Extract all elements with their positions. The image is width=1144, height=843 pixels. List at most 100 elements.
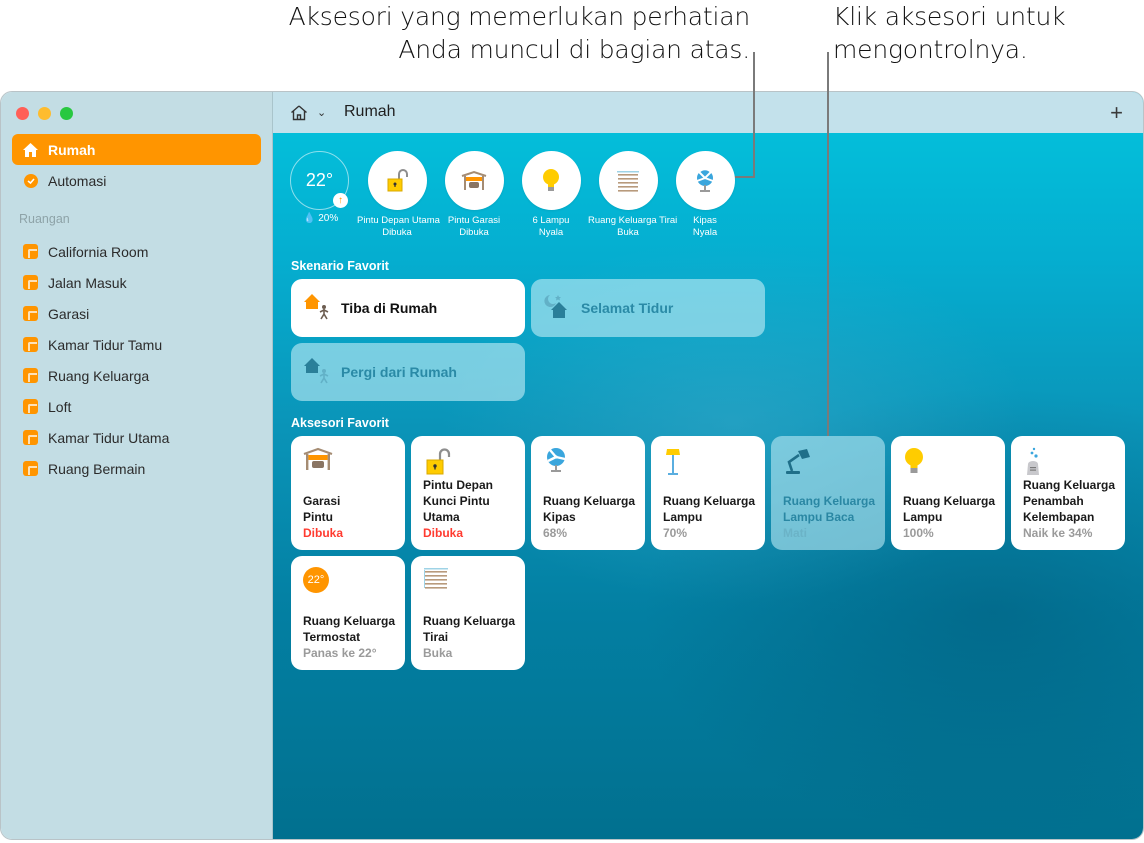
heating-arrow-icon: ↑ [333, 193, 348, 208]
status-front-door[interactable]: Pintu Depan Utama Dibuka [357, 151, 440, 239]
thermostat-badge: 22° [303, 567, 329, 593]
accessory-tile[interactable]: Ruang Keluarga Lampu Baca Mati [771, 436, 885, 550]
status-label: Pintu Depan Utama Dibuka [357, 215, 440, 238]
add-button[interactable]: + [1110, 100, 1123, 126]
callout-attention: Aksesori yang memerlukan perhatian Anda … [260, 0, 751, 66]
accessory-name-line: Garasi [303, 494, 341, 508]
accessory-name-line: Ruang Keluarga [903, 494, 996, 508]
rooms-section-label: Ruangan [19, 212, 70, 226]
accessory-status: 70% [663, 526, 688, 540]
lightbulb-icon [521, 151, 581, 210]
status-fan[interactable]: Kipas Nyala [665, 151, 745, 239]
sidebar-item-label: Kamar Tidur Utama [48, 429, 170, 446]
accessory-name-line: Ruang Keluarga [303, 614, 396, 628]
accessory-text: Pintu Depan Kunci Pintu Utama Dibuka [423, 477, 519, 541]
room-icon [22, 243, 39, 260]
room-icon [22, 305, 39, 322]
accessory-tile[interactable]: Garasi Pintu Dibuka [291, 436, 405, 550]
accessory-name-line: Kunci Pintu [423, 494, 490, 508]
sidebar-item-home[interactable]: Rumah [12, 134, 261, 165]
scene-arrive-home[interactable]: Tiba di Rumah [291, 279, 525, 337]
accessory-tile[interactable]: Ruang Keluarga Lampu 70% [651, 436, 765, 550]
accessory-tile[interactable]: Pintu Depan Kunci Pintu Utama Dibuka [411, 436, 525, 550]
callout-attention-leader-vertical [753, 52, 755, 178]
accessory-tile[interactable]: Ruang Keluarga Penambah Kelembapan Naik ke … [1011, 436, 1125, 550]
accessory-status: Naik ke 34% [1023, 526, 1093, 540]
minimize-window-button[interactable] [38, 107, 51, 120]
home-selector-icon[interactable] [290, 104, 308, 126]
callout-control-line1: Klik aksesori untuk [833, 2, 1066, 31]
callout-attention-line1: Aksesori yang memerlukan perhatian [288, 2, 751, 31]
status-blinds[interactable]: Ruang Keluarga Tirai Buka [588, 151, 678, 239]
sidebar-item-label: California Room [48, 243, 149, 260]
good-night-icon [543, 292, 571, 325]
sidebar-item-label: Garasi [48, 305, 90, 322]
sidebar-item-room[interactable]: Kamar Tidur Utama [12, 422, 261, 453]
sidebar-item-room[interactable]: Loft [12, 391, 261, 422]
sidebar-item-label: Loft [48, 398, 72, 415]
blinds-icon [423, 567, 513, 601]
house-icon [22, 141, 39, 158]
title-bar: ⌄ Rumah + [273, 92, 1143, 133]
accessory-text: Ruang Keluarga Lampu Baca Mati [783, 493, 879, 541]
blinds-icon [598, 151, 658, 210]
favorite-scenes-title: Skenario Favorit [291, 259, 389, 273]
accessory-name-line: Lampu [663, 510, 703, 524]
sidebar-item-room[interactable]: Kamar Tidur Tamu [12, 329, 261, 360]
status-label: 6 Lampu Nyala [532, 215, 570, 238]
room-square-icon [23, 337, 38, 352]
accessory-name-line: Ruang Keluarga [663, 494, 756, 508]
accessory-text: Ruang Keluarga Lampu 70% [663, 493, 759, 541]
accessory-tile[interactable]: Ruang Keluarga Kipas 68% [531, 436, 645, 550]
accessory-tile[interactable]: Ruang Keluarga Tirai Buka [411, 556, 525, 670]
room-icon [22, 274, 39, 291]
accessory-status: Buka [423, 646, 453, 660]
accessory-name-line: Ruang Keluarga [783, 494, 876, 508]
sidebar-item-room[interactable]: Jalan Masuk [12, 267, 261, 298]
accessory-name-line: Kipas [543, 510, 576, 524]
room-icon [22, 398, 39, 415]
accessory-text: Ruang Keluarga Lampu 100% [903, 493, 999, 541]
accessory-status: Dibuka [303, 526, 344, 540]
unlocked-padlock-icon [423, 447, 513, 481]
temperature-value: 22° [305, 170, 334, 190]
zoom-window-button[interactable] [60, 107, 73, 120]
sidebar-item-label: Kamar Tidur Tamu [48, 336, 163, 353]
status-label: Ruang Keluarga Tirai Buka [588, 215, 678, 238]
scene-good-night[interactable]: Selamat Tidur [531, 279, 765, 337]
arrive-home-icon [303, 292, 331, 325]
garage-door-icon [444, 151, 504, 210]
accessory-name-line: Ruang Keluarga [423, 614, 516, 628]
accessory-tile[interactable]: Ruang Keluarga Lampu 100% [891, 436, 1005, 550]
sidebar-item-label: Jalan Masuk [48, 274, 127, 291]
lightbulb-icon [903, 447, 993, 481]
room-icon [22, 367, 39, 384]
unlocked-padlock-icon [367, 151, 427, 210]
humidity-value: 20% [318, 213, 339, 224]
scene-leave-home[interactable]: Pergi dari Rumah [291, 343, 525, 401]
callout-attention-leader-horizontal [735, 176, 755, 178]
close-window-button[interactable] [16, 107, 29, 120]
status-lights[interactable]: 6 Lampu Nyala [511, 151, 591, 239]
accessory-tile[interactable]: 22° Ruang Keluarga Termostat Panas ke 22° [291, 556, 405, 670]
callout-attention-line2: Anda muncul di bagian atas. [398, 35, 750, 64]
chevron-down-icon[interactable]: ⌄ [317, 106, 326, 119]
sidebar-item-room[interactable]: Ruang Keluarga [12, 360, 261, 391]
sidebar-item-room[interactable]: Ruang Bermain [12, 453, 261, 484]
accessory-text: Ruang Keluarga Kipas 68% [543, 493, 639, 541]
sidebar-item-room[interactable]: Garasi [12, 298, 261, 329]
accessory-name-line: Tirai [423, 630, 449, 644]
accessory-name-line: Kelembapan [1023, 510, 1095, 524]
sidebar-item-room[interactable]: California Room [12, 236, 261, 267]
accessory-name-line: Termostat [303, 630, 361, 644]
status-garage-door[interactable]: Pintu Garasi Dibuka [434, 151, 514, 239]
sidebar-item-label: Rumah [48, 141, 96, 158]
sidebar: Rumah Automasi Ruangan California Room Ja… [1, 92, 273, 839]
droplet-icon: 💧 [303, 213, 316, 224]
sidebar-item-automation[interactable]: Automasi [12, 165, 261, 196]
status-label: Kipas Nyala [692, 215, 718, 238]
leave-home-icon [303, 356, 331, 389]
accessory-text: Ruang Keluarga Tirai Buka [423, 613, 519, 661]
accessory-name-line: Ruang Keluarga [1023, 478, 1116, 492]
room-square-icon [23, 368, 38, 383]
